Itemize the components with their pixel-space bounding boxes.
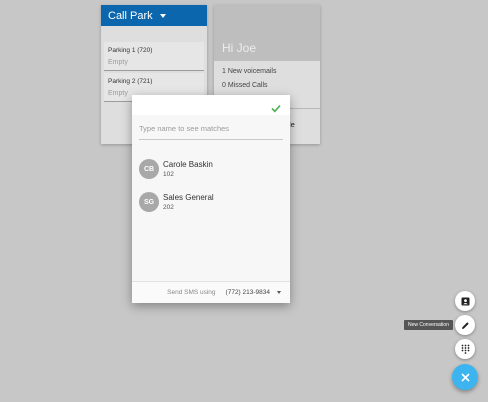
new-conversation-dialog: Type name to see matches CB Carole Baski…: [132, 95, 290, 303]
contact-extension: 202: [163, 204, 174, 211]
user-card-banner: Hi Joe: [214, 5, 320, 61]
contacts-fab-button[interactable]: [455, 291, 475, 311]
contact-name: Sales General: [163, 193, 214, 202]
contact-search-input[interactable]: Type name to see matches: [139, 122, 283, 140]
contact-card-icon: [461, 297, 469, 305]
new-conversation-fab-button[interactable]: [455, 315, 475, 335]
sms-sender-number-select[interactable]: (772) 213-9834: [226, 289, 270, 296]
parking-slot-name: Parking 1 (720): [108, 47, 153, 54]
sms-sender-footer: Send SMS using (772) 213-9834: [132, 281, 290, 303]
sms-sender-label: Send SMS using: [167, 289, 216, 296]
dialpad-icon: [461, 344, 469, 354]
call-park-header[interactable]: Call Park: [101, 5, 207, 26]
pencil-icon: [461, 321, 469, 329]
contact-item[interactable]: SG Sales General 202: [139, 190, 283, 214]
new-conversation-tooltip: New Conversation: [404, 320, 453, 330]
caret-down-icon[interactable]: [277, 291, 281, 294]
confirm-check-icon[interactable]: [271, 100, 281, 118]
close-fab-button[interactable]: [452, 364, 478, 390]
dialpad-fab-button[interactable]: [455, 339, 475, 359]
caret-down-icon[interactable]: [159, 13, 166, 18]
call-park-title: Call Park: [108, 9, 153, 22]
close-icon: [460, 372, 470, 382]
voicemail-count[interactable]: 1 New voicemails: [214, 68, 320, 75]
missed-calls-count[interactable]: 0 Missed Calls: [214, 82, 320, 89]
contact-item[interactable]: CB Carole Baskin 102: [139, 157, 283, 181]
parking-slot-name: Parking 2 (721): [108, 78, 153, 85]
parking-slot[interactable]: Parking 1 (720) Empty: [104, 42, 204, 71]
user-greeting: Hi Joe: [222, 41, 257, 55]
avatar: SG: [139, 192, 159, 212]
dialog-header: [132, 95, 290, 115]
contact-name: Carole Baskin: [163, 160, 213, 169]
contact-extension: 102: [163, 171, 174, 178]
avatar: CB: [139, 159, 159, 179]
parking-slot-status: Empty: [108, 59, 128, 66]
